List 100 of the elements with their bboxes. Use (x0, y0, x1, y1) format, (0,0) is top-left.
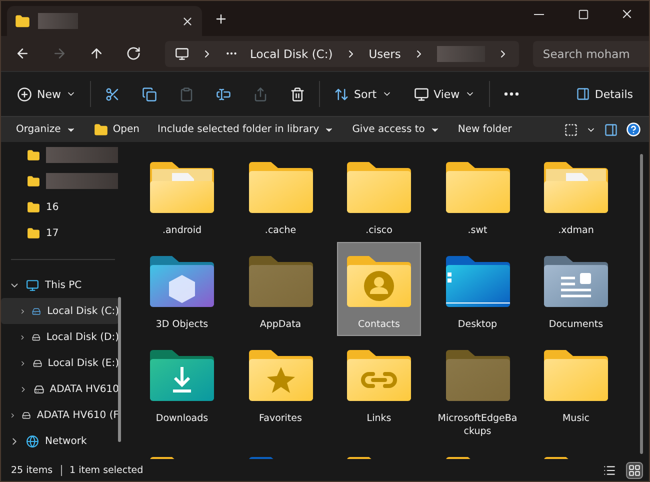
blurred-label (46, 147, 118, 163)
folder-icon (246, 159, 314, 215)
folder-icon (542, 253, 610, 309)
refresh-icon (126, 46, 141, 61)
folder-item[interactable]: MicrosoftEdgeBackups (436, 336, 520, 443)
folder-icon (444, 159, 512, 215)
tree-item-label[interactable]: Network (45, 436, 87, 446)
tree-item[interactable]: Network (1, 428, 119, 454)
icons-view-button[interactable] (626, 462, 643, 478)
view-button[interactable]: View (406, 79, 483, 109)
folder-item[interactable]: .cache (238, 148, 322, 242)
copy-icon (142, 86, 157, 102)
close-tab-icon[interactable] (181, 14, 194, 28)
share-icon (253, 86, 268, 102)
breadcrumb[interactable]: Users (368, 46, 401, 60)
selection-count: 1 item selected (70, 464, 144, 476)
folder-icon (542, 347, 610, 403)
folder-icon (148, 253, 216, 309)
folder-item[interactable]: Downloads (140, 336, 224, 430)
folder-item[interactable]: Contacts (337, 242, 421, 336)
folder-icon (246, 347, 314, 403)
folder-item[interactable]: Links (337, 336, 421, 430)
details-pane-icon (576, 87, 590, 101)
tree-item-label[interactable]: Local Disk (E:) (48, 358, 119, 368)
monitor-icon (175, 46, 189, 60)
drive-icon (34, 382, 44, 396)
folder-item[interactable]: Desktop (436, 242, 520, 336)
folder-item[interactable]: 3D Objects (140, 242, 224, 336)
folder-icon (27, 200, 40, 214)
folder-icon (345, 253, 413, 309)
folder-item[interactable]: Favorites (238, 336, 322, 430)
toolbar-button[interactable]: Organize (9, 124, 83, 135)
folder-item[interactable]: Music (534, 336, 618, 430)
folder-icon (27, 148, 40, 162)
tree-item-label[interactable]: Local Disk (D:) (46, 332, 119, 342)
tree-item[interactable]: ADATA HV610 (F (1, 402, 119, 428)
breadcrumb[interactable]: Local Disk (C:) (250, 46, 333, 60)
square-icon (564, 122, 578, 136)
blurred-breadcrumb (436, 46, 485, 62)
blurred-label (46, 173, 118, 189)
new-icon (17, 86, 32, 102)
grid-icon (628, 464, 641, 476)
maximize-icon (578, 8, 588, 20)
folder-item[interactable]: .android (140, 148, 224, 242)
toolbar-button[interactable]: Include selected folder in library (150, 124, 342, 135)
tree-item[interactable]: This PC (1, 272, 119, 298)
folder-item[interactable]: .xdman (534, 148, 618, 242)
tree-item-label[interactable]: This PC (45, 280, 82, 290)
window-tab[interactable] (7, 6, 202, 36)
folder-icon (246, 253, 314, 309)
folder-item[interactable]: Documents (534, 242, 618, 336)
quick-access-item[interactable]: 17 (1, 220, 119, 246)
folder-icon (345, 159, 413, 215)
rename-icon (216, 86, 231, 102)
toolbar-button[interactable]: Open (86, 122, 147, 136)
folder-icon (27, 174, 40, 188)
help-icon[interactable] (626, 122, 641, 137)
new-button[interactable]: New (9, 79, 84, 109)
folder-icon (27, 226, 40, 240)
folder-icon (542, 159, 610, 215)
tree-item[interactable]: Local Disk (D:) (1, 324, 119, 350)
delete-icon (290, 86, 305, 102)
folder-label[interactable]: 16 (46, 202, 59, 212)
folder-icon (444, 347, 512, 403)
tree-item-label[interactable]: Local Disk (C:) (47, 306, 119, 316)
toolbar-button[interactable]: Give access to (345, 124, 447, 135)
folder-item[interactable]: AppData (238, 242, 322, 336)
view-icon (414, 86, 429, 102)
close-icon (620, 7, 634, 21)
paste-icon (179, 86, 194, 102)
item-count: 25 items (11, 464, 53, 476)
toolbar-button[interactable]: New folder (450, 124, 519, 135)
scrollbar[interactable] (640, 154, 643, 454)
blurred-title (38, 13, 78, 29)
folder-icon (148, 347, 216, 403)
quick-access-item[interactable]: 16 (1, 194, 119, 220)
folder-label[interactable]: 17 (46, 228, 59, 238)
tree-item[interactable]: Local Disk (C:) (1, 298, 119, 324)
more-icon (504, 92, 519, 96)
cut-icon (105, 86, 120, 102)
sort-button[interactable]: Sort (326, 79, 400, 109)
details-button[interactable]: Details (568, 79, 641, 109)
plus-icon (214, 12, 228, 26)
folder-icon (15, 14, 30, 28)
monitor-icon (26, 278, 39, 292)
folder-icon (444, 253, 512, 309)
pane-icon (604, 122, 618, 136)
folder-item[interactable]: .swt (436, 148, 520, 242)
address-bar[interactable]: Local Disk (C:) Users (165, 40, 519, 66)
folder-item[interactable]: .cisco (337, 148, 421, 242)
sort-icon (334, 86, 349, 102)
arrow-icon (52, 46, 67, 61)
tree-item-label[interactable]: ADATA HV610 (50, 384, 119, 394)
tree-item[interactable]: ADATA HV610 (1, 376, 119, 402)
list-icon (603, 464, 616, 476)
folder-icon (345, 347, 413, 403)
tree-item-label[interactable]: ADATA HV610 (F (36, 410, 119, 420)
search-field[interactable]: Search moham (532, 40, 649, 66)
scrollbar[interactable] (118, 297, 121, 442)
tree-item[interactable]: Local Disk (E:) (1, 350, 119, 376)
